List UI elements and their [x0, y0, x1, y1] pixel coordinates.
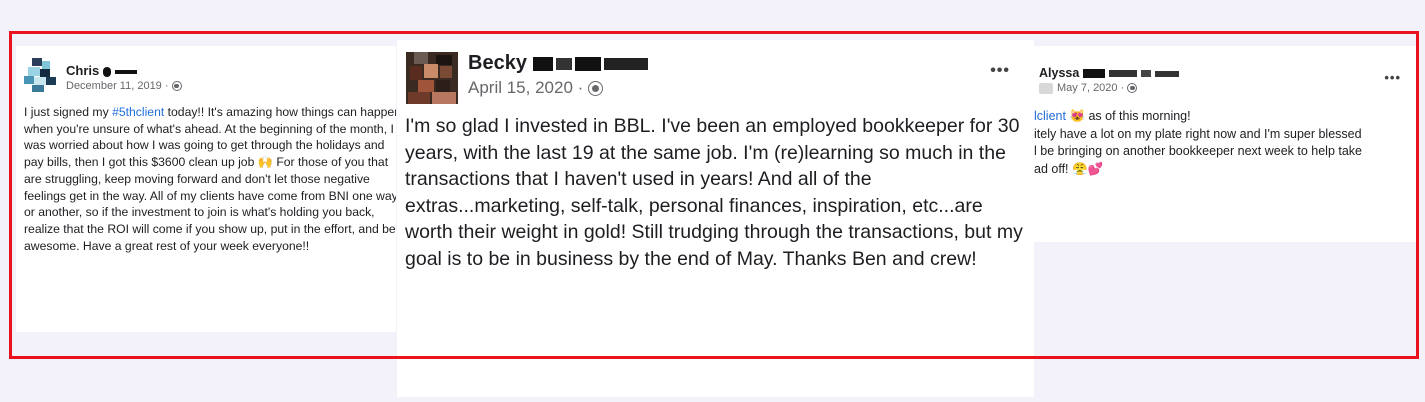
redacted-surname — [532, 56, 553, 71]
more-options-button[interactable]: ••• — [1384, 70, 1401, 85]
redacted-surname — [574, 56, 601, 71]
coffee-icon — [1039, 82, 1053, 94]
post-meta: December 11, 2019 · — [66, 80, 182, 92]
post-text: I'm so glad I invested in BBL. I've been… — [405, 115, 1023, 270]
redacted-surname — [603, 57, 648, 70]
redacted-surname — [1154, 70, 1179, 77]
post-text: lclient 😻 as of this morning! itely have… — [1034, 108, 1419, 178]
globe-icon — [171, 81, 182, 92]
testimonial-card-becky: Becky April 15, 2020 · ••• I'm so glad I… — [397, 40, 1034, 397]
hashtag-link[interactable]: #5thclient — [112, 105, 164, 119]
post-meta: May 7, 2020 · — [1039, 82, 1138, 94]
globe-icon — [588, 81, 604, 97]
hashtag-link[interactable]: lclient — [1034, 109, 1066, 123]
post-date[interactable]: April 15, 2020 · — [468, 78, 583, 97]
testimonial-card-alyssa: Alyssa May 7, 2020 · ••• lclient 😻 as of… — [1034, 46, 1419, 242]
testimonial-card-chris: Chris December 11, 2019 · I just signed … — [16, 46, 396, 332]
post-date[interactable]: May 7, 2020 · — [1057, 82, 1124, 94]
redacted-surname — [1108, 70, 1137, 78]
author-name[interactable]: Alyssa — [1039, 66, 1179, 80]
redacted-surname — [114, 69, 137, 74]
avatar[interactable] — [406, 52, 458, 104]
redacted-surname — [1140, 70, 1151, 78]
post-date[interactable]: December 11, 2019 · — [66, 80, 169, 92]
author-name[interactable]: Chris — [66, 63, 137, 78]
post-line: itely have a lot on my plate right now a… — [1034, 126, 1362, 141]
post-text: I just signed my #5thclient today!! It's… — [24, 105, 396, 253]
author-name[interactable]: Becky — [468, 52, 648, 75]
post-line: l be bringing on another bookkeeper next… — [1034, 144, 1363, 158]
avatar[interactable] — [24, 58, 58, 92]
globe-icon — [1127, 83, 1138, 94]
redacted-surname — [102, 66, 111, 77]
redacted-surname — [555, 57, 572, 70]
redacted-surname — [1082, 69, 1105, 79]
post-line: lclient 😻 as of this morning! — [1034, 109, 1191, 123]
post-meta: April 15, 2020 · — [468, 78, 604, 98]
more-options-button[interactable]: ••• — [990, 62, 1010, 80]
post-line: ad off! 😤💕 — [1034, 161, 1104, 176]
